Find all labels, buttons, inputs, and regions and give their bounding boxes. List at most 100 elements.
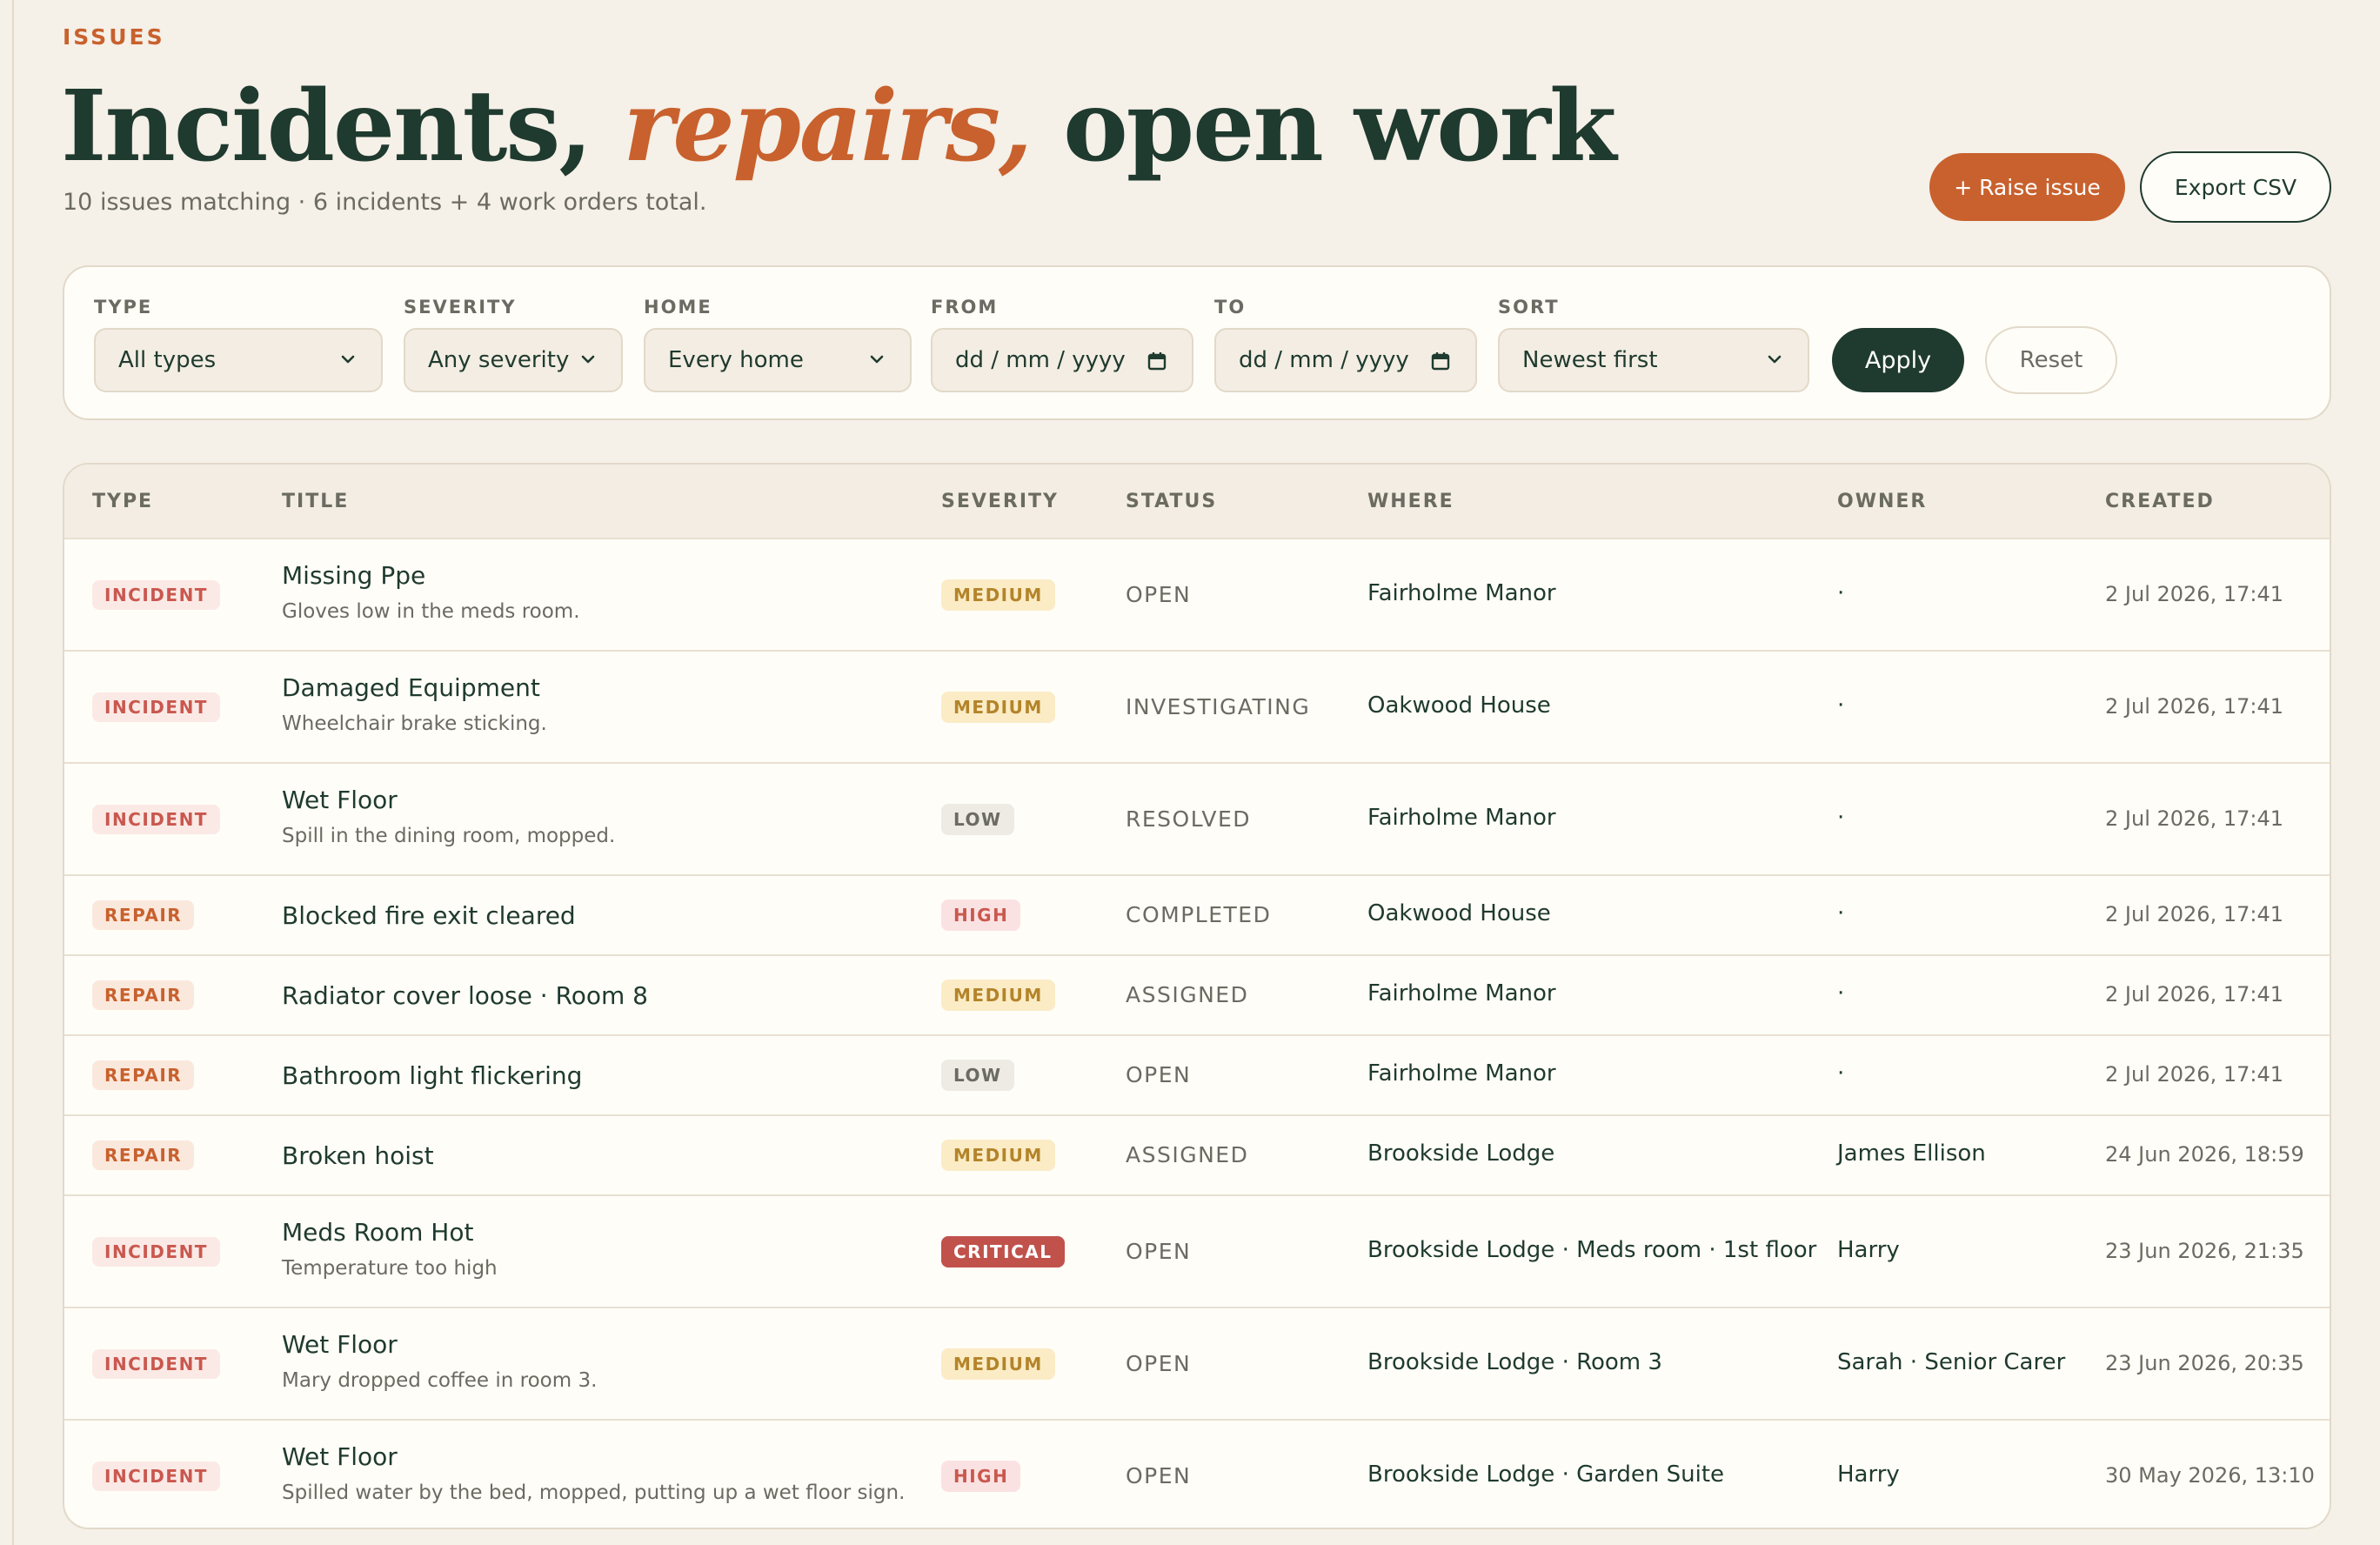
issue-title-link[interactable]: Blocked fire exit cleared (282, 901, 576, 930)
title-cell: Bathroom light flickering (282, 1061, 582, 1090)
created-timestamp: 2 Jul 2026, 17:41 (2105, 982, 2283, 1007)
severity-badge: MEDIUM (941, 1348, 1055, 1380)
issue-title-link[interactable]: Damaged Equipment (282, 673, 547, 702)
from-date-input[interactable]: dd / mm / yyyy (931, 328, 1193, 392)
created-timestamp: 23 Jun 2026, 20:35 (2105, 1350, 2304, 1375)
owner-text: Sarah · Senior Carer (1837, 1348, 2066, 1375)
type-badge: REPAIR (92, 1060, 195, 1090)
status-text: OPEN (1126, 1350, 1192, 1376)
raise-issue-button[interactable]: + Raise issue (1929, 153, 2125, 221)
filter-bar: TYPE All types SEVERITY Any severity HOM… (63, 265, 2331, 420)
title-cell: Damaged Equipment Wheelchair brake sticki… (282, 673, 547, 735)
type-select[interactable]: All types (94, 328, 383, 392)
calendar-icon[interactable] (1430, 351, 1451, 371)
status-text: OPEN (1126, 1062, 1192, 1087)
where-text: Brookside Lodge · Room 3 (1367, 1348, 1662, 1375)
status-text: RESOLVED (1126, 806, 1252, 832)
owner-text: · (1837, 980, 1845, 1007)
column-header-severity: SEVERITY (941, 491, 1059, 512)
calendar-icon[interactable] (1147, 351, 1167, 371)
type-cell: REPAIR (92, 1060, 195, 1090)
sort-select[interactable]: Newest first (1498, 328, 1809, 392)
table-row[interactable]: REPAIR Radiator cover loose · Room 8 MEDIU… (64, 954, 2330, 1034)
type-cell: REPAIR (92, 980, 195, 1010)
column-header-owner: OWNER (1837, 491, 1928, 512)
table-row[interactable]: INCIDENT Damaged Equipment Wheelchair brak… (64, 650, 2330, 762)
created-timestamp: 2 Jul 2026, 17:41 (2105, 1062, 2283, 1087)
where-text: Oakwood House (1367, 900, 1551, 926)
apply-button[interactable]: Apply (1832, 328, 1964, 392)
column-header-status: STATUS (1126, 491, 1218, 512)
table-row[interactable]: INCIDENT Wet Floor Mary dropped coffee in … (64, 1307, 2330, 1419)
issue-description: Mary dropped coffee in room 3. (282, 1368, 598, 1392)
title-cell: Radiator cover loose · Room 8 (282, 981, 648, 1010)
created-timestamp: 2 Jul 2026, 17:41 (2105, 693, 2283, 719)
where-text: Fairholme Manor (1367, 804, 1556, 831)
column-header-where: WHERE (1367, 491, 1454, 512)
issue-title-link[interactable]: Radiator cover loose · Room 8 (282, 981, 648, 1010)
chevron-down-icon (1768, 355, 1782, 364)
issue-title-link[interactable]: Wet Floor (282, 786, 615, 814)
issue-title-link[interactable]: Broken hoist (282, 1141, 434, 1170)
created-timestamp: 2 Jul 2026, 17:41 (2105, 902, 2283, 926)
status-text: COMPLETED (1126, 902, 1272, 927)
table-row[interactable]: REPAIR Blocked fire exit cleared HIGH COMPL… (64, 874, 2330, 954)
severity-cell: MEDIUM (941, 579, 1055, 611)
severity-cell: LOW (941, 803, 1014, 835)
severity-badge: MEDIUM (941, 691, 1055, 723)
issue-title-link[interactable]: Wet Floor (282, 1442, 905, 1471)
type-cell: INCIDENT (92, 1348, 220, 1379)
type-badge: REPAIR (92, 900, 195, 930)
section-eyebrow: ISSUES (63, 24, 165, 50)
reset-button[interactable]: Reset (1985, 326, 2117, 394)
severity-badge: LOW (941, 803, 1014, 835)
home-select[interactable]: Every home (644, 328, 912, 392)
left-divider (12, 0, 14, 1545)
issues-page: ISSUES Incidents, repairs, open work 10 … (0, 0, 2380, 1545)
issue-description: Temperature too high (282, 1256, 498, 1280)
table-row[interactable]: REPAIR Bathroom light flickering LOW OPEN Fa… (64, 1034, 2330, 1114)
type-cell: REPAIR (92, 900, 195, 930)
issue-title-link[interactable]: Meds Room Hot (282, 1218, 498, 1247)
table-row[interactable]: INCIDENT Wet Floor Spilled water by the be… (64, 1419, 2330, 1528)
title-cell: Wet Floor Spilled water by the bed, moppe… (282, 1442, 905, 1504)
chevron-down-icon (870, 355, 884, 364)
issue-title-link[interactable]: Wet Floor (282, 1330, 597, 1359)
severity-badge: MEDIUM (941, 980, 1055, 1011)
table-row[interactable]: INCIDENT Meds Room Hot Temperature too hig… (64, 1194, 2330, 1307)
type-filter-label: TYPE (94, 297, 153, 318)
owner-text: · (1837, 804, 1845, 831)
issue-title-link[interactable]: Bathroom light flickering (282, 1061, 582, 1090)
sort-filter-label: SORT (1498, 297, 1560, 318)
home-filter-label: HOME (644, 297, 712, 318)
type-badge: INCIDENT (92, 1348, 220, 1379)
table-header: TYPE TITLE SEVERITY STATUS WHERE OWNER C… (64, 465, 2330, 538)
status-text: OPEN (1126, 581, 1192, 607)
from-filter-label: FROM (931, 297, 999, 318)
created-timestamp: 2 Jul 2026, 17:41 (2105, 806, 2283, 831)
issue-description: Spill in the dining room, mopped. (282, 824, 616, 847)
table-row[interactable]: INCIDENT Wet Floor Spill in the dining roo… (64, 762, 2330, 874)
severity-select[interactable]: Any severity (404, 328, 623, 392)
to-date-input[interactable]: dd / mm / yyyy (1214, 328, 1477, 392)
type-cell: INCIDENT (92, 1461, 220, 1491)
type-badge: INCIDENT (92, 579, 220, 610)
owner-text: Harry (1837, 1236, 1900, 1263)
table-row[interactable]: INCIDENT Missing Ppe Gloves low in the med… (64, 538, 2330, 650)
status-text: INVESTIGATING (1126, 693, 1311, 719)
where-text: Fairholme Manor (1367, 980, 1556, 1007)
owner-text: · (1837, 579, 1845, 606)
page-title: Incidents, repairs, open work (61, 66, 1617, 188)
status-text: ASSIGNED (1126, 1142, 1249, 1167)
type-badge: REPAIR (92, 1140, 195, 1170)
severity-badge: HIGH (941, 1460, 1021, 1492)
title-cell: Blocked fire exit cleared (282, 901, 576, 930)
severity-cell: HIGH (941, 900, 1021, 931)
title-cell: Meds Room Hot Temperature too high (282, 1218, 498, 1280)
issue-title-link[interactable]: Missing Ppe (282, 561, 580, 590)
export-csv-button[interactable]: Export CSV (2140, 151, 2331, 223)
table-row[interactable]: REPAIR Broken hoist MEDIUM ASSIGNED Brooksid… (64, 1114, 2330, 1194)
type-badge: INCIDENT (92, 1236, 220, 1267)
where-text: Brookside Lodge · Meds room · 1st floor (1367, 1236, 1817, 1263)
title-accent: repairs, (623, 70, 1033, 184)
